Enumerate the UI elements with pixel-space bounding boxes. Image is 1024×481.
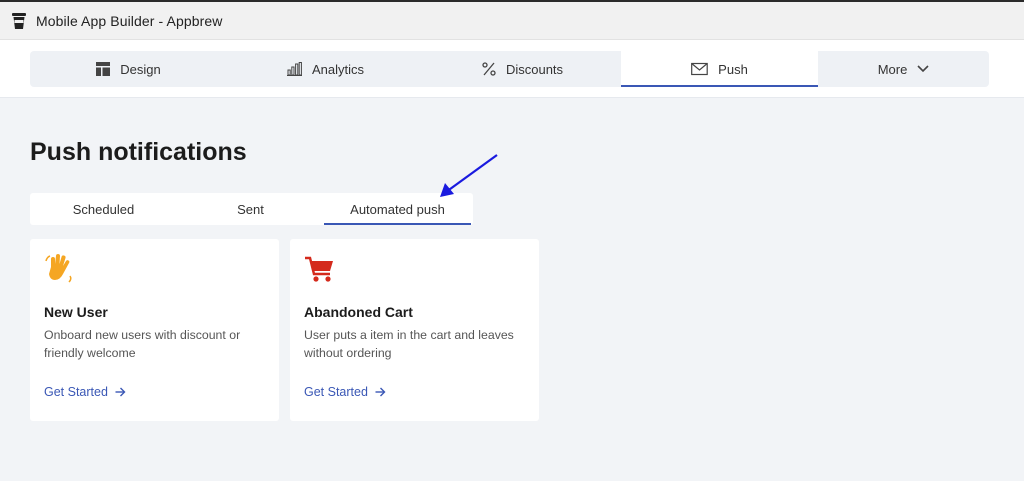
page-title: Push notifications	[30, 138, 247, 166]
top-navigation: Design Analytics Discounts Push More	[0, 40, 1024, 98]
nav-bar: Design Analytics Discounts Push More	[30, 51, 989, 87]
nav-item-label: Design	[120, 61, 161, 77]
percent-icon	[482, 62, 496, 76]
get-started-link[interactable]: Get Started	[44, 385, 126, 399]
nav-item-label: Discounts	[505, 61, 564, 77]
card-description: User puts a item in the cart and leaves …	[304, 328, 514, 360]
tab-scheduled[interactable]: Scheduled	[30, 193, 177, 225]
annotation-arrow-icon	[440, 154, 498, 197]
nav-item-analytics[interactable]: Analytics	[227, 51, 424, 87]
get-started-link[interactable]: Get Started	[304, 385, 386, 399]
arrow-right-icon	[375, 387, 386, 397]
tab-sent[interactable]: Sent	[177, 193, 324, 225]
arrow-right-icon	[115, 387, 126, 397]
card-description: Onboard new users with discount or frien…	[44, 328, 241, 360]
automation-card-abandoned-cart[interactable]: Abandoned Cart User puts a item in the c…	[290, 239, 539, 421]
nav-item-discounts[interactable]: Discounts	[424, 51, 621, 87]
get-started-label: Get Started	[44, 385, 108, 399]
nav-item-push[interactable]: Push	[621, 51, 818, 87]
nav-item-label: Analytics	[311, 61, 365, 77]
nav-item-design[interactable]: Design	[30, 51, 227, 87]
card-title: Abandoned Cart	[304, 304, 413, 320]
window-title: Mobile App Builder - Appbrew	[36, 12, 223, 29]
nav-item-label: More	[877, 61, 908, 77]
nav-item-label: Push	[718, 61, 748, 77]
automation-card-new-user[interactable]: New User Onboard new users with discount…	[30, 239, 279, 421]
envelope-icon	[691, 62, 708, 76]
layout-icon	[96, 62, 111, 76]
push-subtabs: Scheduled Sent Automated push	[30, 193, 473, 225]
waving-hands-icon	[44, 253, 76, 285]
nav-item-more[interactable]: More	[818, 51, 989, 87]
bar-chart-icon	[286, 62, 302, 76]
chevron-down-icon	[917, 65, 929, 73]
get-started-label: Get Started	[304, 385, 368, 399]
app-cup-icon	[12, 12, 26, 30]
window-titlebar: Mobile App Builder - Appbrew	[0, 2, 1024, 40]
shopping-cart-icon	[304, 253, 336, 285]
card-title: New User	[44, 304, 108, 320]
